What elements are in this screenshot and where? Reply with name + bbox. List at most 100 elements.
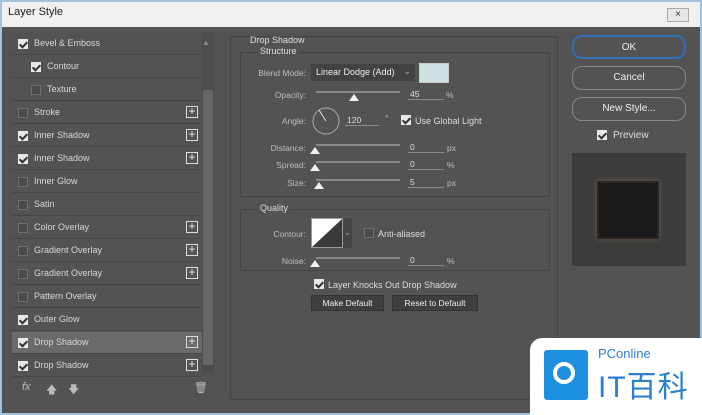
panel-title: Drop Shadow xyxy=(250,35,305,45)
style-item[interactable]: Inner Shadow + xyxy=(12,148,202,170)
opacity-slider[interactable] xyxy=(316,91,400,93)
style-item[interactable]: Contour xyxy=(12,56,202,78)
scroll-up-icon[interactable]: ▲ xyxy=(202,38,210,47)
scrollbar-thumb[interactable] xyxy=(203,90,213,365)
move-down-icon[interactable]: 🡇 xyxy=(68,381,79,400)
add-icon[interactable]: + xyxy=(186,220,198,233)
size-label: Size: xyxy=(287,178,306,188)
style-checkbox[interactable] xyxy=(18,361,28,371)
style-checkbox[interactable] xyxy=(31,85,41,95)
size-input[interactable]: 5 xyxy=(408,177,444,188)
style-item[interactable]: Pattern Overlay xyxy=(12,286,202,308)
style-item[interactable]: Bevel & Emboss xyxy=(12,33,202,55)
style-item[interactable]: Color Overlay + xyxy=(12,217,202,239)
close-button[interactable]: × xyxy=(667,8,689,22)
style-checkbox[interactable] xyxy=(18,246,28,256)
angle-input[interactable]: 120 xyxy=(345,115,379,126)
noise-input[interactable]: 0 xyxy=(408,255,444,266)
ok-button[interactable]: OK xyxy=(572,35,686,59)
contour-label: Contour: xyxy=(273,229,306,239)
add-icon[interactable]: + xyxy=(186,335,198,348)
make-default-button[interactable]: Make Default xyxy=(311,295,384,311)
add-icon[interactable]: + xyxy=(186,358,198,371)
style-label: Stroke xyxy=(34,107,61,117)
preview-area xyxy=(572,153,686,266)
style-checkbox[interactable] xyxy=(18,292,28,302)
distance-slider[interactable] xyxy=(316,144,400,146)
distance-input[interactable]: 0 xyxy=(408,142,444,153)
style-label: Color Overlay xyxy=(34,222,90,232)
style-item[interactable]: Inner Shadow + xyxy=(12,125,202,147)
reset-default-button[interactable]: Reset to Default xyxy=(392,295,478,311)
style-item[interactable]: Stroke + xyxy=(12,102,202,124)
style-item[interactable]: Texture xyxy=(12,79,202,101)
watermark-name: IT百科 xyxy=(598,371,689,404)
add-icon[interactable]: + xyxy=(186,266,198,279)
style-item[interactable]: Satin xyxy=(12,194,202,216)
style-checkbox[interactable] xyxy=(18,39,28,49)
style-checkbox[interactable] xyxy=(18,177,28,187)
style-item[interactable]: Outer Glow xyxy=(12,309,202,331)
watermark-logo-icon xyxy=(544,350,588,400)
size-slider-knob[interactable] xyxy=(314,182,324,189)
style-label: Bevel & Emboss xyxy=(34,38,101,48)
add-icon[interactable]: + xyxy=(186,105,198,118)
style-label: Outer Glow xyxy=(34,314,80,324)
style-label: Pattern Overlay xyxy=(34,291,97,301)
opacity-slider-knob[interactable] xyxy=(348,94,359,101)
style-checkbox[interactable] xyxy=(18,315,28,325)
structure-heading: Structure xyxy=(258,46,299,56)
contour-picker[interactable] xyxy=(311,218,343,248)
style-checkbox[interactable] xyxy=(18,200,28,210)
spread-input[interactable]: 0 xyxy=(408,159,444,170)
use-global-light-checkbox[interactable] xyxy=(401,115,411,125)
title-bar xyxy=(2,2,700,27)
style-label: Inner Shadow xyxy=(34,153,90,163)
style-label: Gradient Overlay xyxy=(34,245,103,255)
noise-slider[interactable] xyxy=(316,257,400,259)
use-global-light-label: Use Global Light xyxy=(415,116,482,126)
fx-button[interactable]: fx xyxy=(22,381,31,393)
style-checkbox[interactable] xyxy=(18,154,28,164)
style-label: Inner Glow xyxy=(34,176,78,186)
style-item[interactable]: Drop Shadow + xyxy=(12,355,202,377)
style-checkbox[interactable] xyxy=(31,62,41,72)
style-checkbox[interactable] xyxy=(18,131,28,141)
style-item[interactable]: Gradient Overlay + xyxy=(12,263,202,285)
preview-checkbox[interactable] xyxy=(597,130,607,140)
noise-unit: % xyxy=(447,256,455,266)
add-icon[interactable]: + xyxy=(186,243,198,256)
spread-slider-knob[interactable] xyxy=(310,164,320,171)
style-item[interactable]: Gradient Overlay + xyxy=(12,240,202,262)
cancel-button[interactable]: Cancel xyxy=(572,66,686,90)
new-style-button[interactable]: New Style... xyxy=(572,97,686,121)
style-item[interactable]: Inner Glow xyxy=(12,171,202,193)
style-checkbox[interactable] xyxy=(18,338,28,348)
spread-slider[interactable] xyxy=(316,161,400,163)
angle-dial[interactable] xyxy=(311,106,341,136)
style-checkbox[interactable] xyxy=(18,269,28,279)
add-icon[interactable]: + xyxy=(186,151,198,164)
style-label: Drop Shadow xyxy=(34,360,89,370)
opacity-unit: % xyxy=(446,90,454,100)
style-item[interactable]: Drop Shadow + xyxy=(12,332,202,354)
noise-slider-knob[interactable] xyxy=(310,260,320,267)
opacity-label: Opacity: xyxy=(274,90,306,100)
knocks-out-checkbox[interactable] xyxy=(314,279,324,289)
move-up-icon[interactable]: 🡅 xyxy=(46,381,57,400)
spread-unit: % xyxy=(447,160,455,170)
size-slider[interactable] xyxy=(316,179,400,181)
opacity-input[interactable]: 45 xyxy=(408,89,444,100)
style-checkbox[interactable] xyxy=(18,108,28,118)
quality-heading: Quality xyxy=(258,203,291,213)
contour-dropdown-icon[interactable]: ⌄ xyxy=(343,218,352,248)
add-icon[interactable]: + xyxy=(186,128,198,141)
anti-aliased-checkbox[interactable] xyxy=(364,228,374,238)
style-checkbox[interactable] xyxy=(18,223,28,233)
blend-mode-select[interactable]: Linear Dodge (Add) ⌄ xyxy=(311,64,415,81)
style-label: Contour xyxy=(47,61,80,71)
preview-thumbnail xyxy=(597,181,659,239)
trash-icon[interactable]: 🗑 xyxy=(194,381,208,394)
distance-slider-knob[interactable] xyxy=(310,147,320,154)
shadow-color-swatch[interactable] xyxy=(419,63,449,83)
